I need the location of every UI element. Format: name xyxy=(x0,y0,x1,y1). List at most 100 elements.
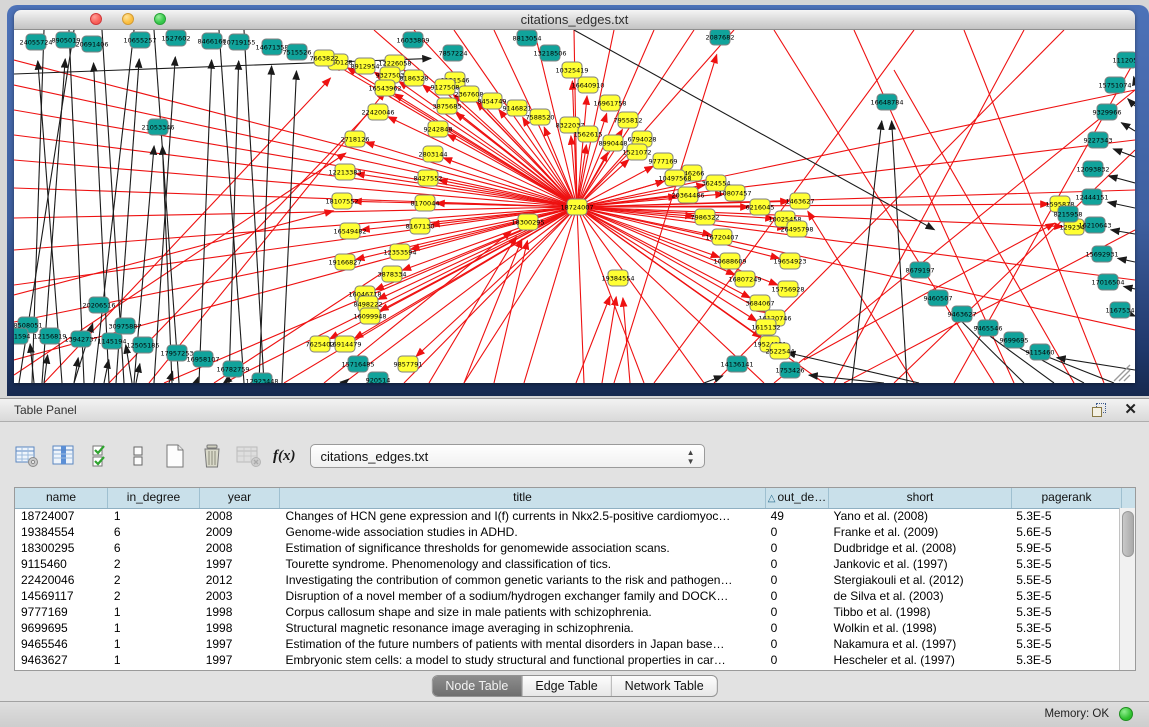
row-select-icon[interactable] xyxy=(88,443,114,469)
graph-node[interactable]: 9460507 xyxy=(924,290,953,306)
new-column-icon[interactable] xyxy=(162,443,188,469)
graph-node[interactable]: 9329966 xyxy=(1093,104,1122,120)
graph-node[interactable]: 16033809 xyxy=(396,32,429,48)
table-row[interactable]: 969969511998Structural magnetic resonanc… xyxy=(15,620,1120,636)
graph-node[interactable]: 920514 xyxy=(366,372,391,383)
function-builder-icon[interactable]: f(x) xyxy=(273,448,296,465)
graph-node[interactable]: 8167130 xyxy=(406,218,435,234)
graph-node[interactable]: 9115460 xyxy=(1026,344,1055,360)
graph-node[interactable]: 8186328 xyxy=(400,70,429,86)
graph-node[interactable]: 7663822 xyxy=(310,50,339,66)
graph-node[interactable]: 1753426 xyxy=(776,362,805,378)
column-header-name[interactable]: name xyxy=(15,488,108,508)
graph-node[interactable]: 8427552 xyxy=(414,170,443,186)
graph-node[interactable]: 16914479 xyxy=(328,336,361,352)
table-row[interactable]: 977716911998Corpus callosum shape and si… xyxy=(15,604,1120,620)
table-row[interactable]: 1872400712008Changes of HCN gene express… xyxy=(15,508,1120,524)
graph-node[interactable]: 2087682 xyxy=(706,30,735,45)
graph-node[interactable]: 15751074 xyxy=(1098,77,1131,93)
graph-node[interactable]: 8813054 xyxy=(513,30,542,46)
graph-node[interactable]: 16640910 xyxy=(571,77,604,93)
graph-node[interactable]: 1463627 xyxy=(786,193,815,209)
graph-node[interactable]: 7986322 xyxy=(691,209,720,225)
close-panel-icon[interactable]: ✕ xyxy=(1124,400,1137,418)
graph-node[interactable]: 10325419 xyxy=(555,62,588,78)
graph-node[interactable]: 9699695 xyxy=(1000,332,1029,348)
tab-node-table[interactable]: Node Table xyxy=(432,676,522,696)
network-canvas-container[interactable]: 1872400718300295193845549660128891295412… xyxy=(14,30,1135,383)
graph-node[interactable]: 16648784 xyxy=(870,94,903,110)
graph-node[interactable]: 3875685 xyxy=(433,98,462,114)
column-visibility-icon[interactable] xyxy=(51,443,77,469)
table-row[interactable]: 1830029562008Estimation of significance … xyxy=(15,540,1120,556)
graph-node[interactable]: 1112054 xyxy=(1113,52,1135,68)
column-header-title[interactable]: title xyxy=(280,488,766,508)
table-row[interactable]: 946554611997Estimation of the future num… xyxy=(15,636,1120,652)
graph-node[interactable]: 6216045 xyxy=(746,199,775,215)
graph-node[interactable]: 8215958 xyxy=(1054,206,1083,222)
graph-node[interactable]: 15692931 xyxy=(1085,246,1118,262)
table-row[interactable]: 2242004622012Investigating the contribut… xyxy=(15,572,1120,588)
graph-node[interactable]: 17016504 xyxy=(1091,274,1124,290)
graph-node[interactable]: 16961758 xyxy=(593,95,626,111)
network-window[interactable]: citations_edges.txt 18724007183002951938… xyxy=(14,10,1135,383)
table-mode-icon[interactable] xyxy=(14,443,40,469)
full-detail-icon[interactable] xyxy=(125,443,151,469)
graph-node[interactable]: 10719155 xyxy=(222,34,255,50)
graph-node[interactable]: 12923448 xyxy=(245,373,278,383)
graph-node[interactable]: 9777169 xyxy=(649,153,678,169)
graph-node[interactable]: 12156819 xyxy=(33,328,66,344)
tab-network-table[interactable]: Network Table xyxy=(612,676,717,696)
graph-node[interactable]: 15716485 xyxy=(341,356,374,372)
network-canvas[interactable]: 1872400718300295193845549660128891295412… xyxy=(14,30,1135,383)
graph-node[interactable]: 9242848 xyxy=(424,121,453,137)
column-header-short[interactable]: short xyxy=(829,488,1012,508)
table-row[interactable]: 946362711997Embryonic stem cells: a mode… xyxy=(15,652,1120,668)
graph-node[interactable]: 10688609 xyxy=(713,253,746,269)
graph-node[interactable]: 16807249 xyxy=(728,271,761,287)
graph-node[interactable]: 14136141 xyxy=(720,356,753,372)
table-row[interactable]: 1456911722003Disruption of a novel membe… xyxy=(15,588,1120,604)
graph-node[interactable]: 18107552 xyxy=(325,193,358,209)
table-row[interactable]: 911546021997Tourette syndrome. Phenomeno… xyxy=(15,556,1120,572)
column-header-year[interactable]: year xyxy=(200,488,280,508)
graph-node[interactable]: 1527602 xyxy=(162,30,191,46)
network-view-frame[interactable]: citations_edges.txt 18724007183002951938… xyxy=(7,5,1149,396)
graph-node[interactable]: 15756928 xyxy=(771,281,804,297)
table-row[interactable]: 1938455462009Genome-wide association stu… xyxy=(15,524,1120,540)
graph-node[interactable]: 3878334 xyxy=(378,266,407,282)
graph-node[interactable]: 9463627 xyxy=(948,306,977,322)
column-header-pagerank[interactable]: pagerank xyxy=(1012,488,1122,508)
column-header-out_de[interactable]: △out_de… xyxy=(766,488,829,508)
vertical-scrollbar[interactable] xyxy=(1119,508,1135,670)
graph-node[interactable]: 2522544 xyxy=(766,343,795,359)
graph-node[interactable]: 1167534 xyxy=(1106,302,1135,318)
graph-node[interactable]: 2718126 xyxy=(341,131,370,147)
graph-node[interactable]: 1615132 xyxy=(752,319,781,335)
graph-node[interactable]: 7588520 xyxy=(526,109,555,125)
graph-node[interactable]: 30975887 xyxy=(108,318,141,334)
column-header-in_degree[interactable]: in_degree xyxy=(108,488,200,508)
graph-node[interactable]: 3684067 xyxy=(746,295,775,311)
graph-node[interactable]: 7955812 xyxy=(614,112,643,128)
network-window-titlebar[interactable]: citations_edges.txt xyxy=(14,10,1135,30)
graph-node[interactable]: 10655257 xyxy=(123,32,156,48)
graph-node[interactable]: 1145194 xyxy=(98,333,127,349)
graph-node[interactable]: 12213383 xyxy=(328,164,361,180)
graph-node[interactable]: 9227343 xyxy=(1084,132,1113,148)
graph-node[interactable]: 2803144 xyxy=(419,146,448,162)
graph-node[interactable]: 7857224 xyxy=(439,45,468,61)
graph-node[interactable]: 1521072 xyxy=(623,144,652,160)
delete-column-icon[interactable] xyxy=(199,443,225,469)
tab-edge-table[interactable]: Edge Table xyxy=(522,676,611,696)
graph-node[interactable]: 19654923 xyxy=(773,253,806,269)
graph-node[interactable]: 391594 xyxy=(14,328,30,344)
graph-node[interactable]: 16720407 xyxy=(705,229,738,245)
delete-table-icon[interactable] xyxy=(236,443,262,469)
graph-node[interactable]: 8679197 xyxy=(906,262,935,278)
scrollbar-thumb[interactable] xyxy=(1122,511,1134,557)
graph-node[interactable]: 9857791 xyxy=(394,356,423,372)
graph-node[interactable]: 9465546 xyxy=(974,320,1003,336)
graph-node[interactable]: 7515526 xyxy=(283,44,312,60)
float-panel-icon[interactable] xyxy=(1091,402,1107,418)
